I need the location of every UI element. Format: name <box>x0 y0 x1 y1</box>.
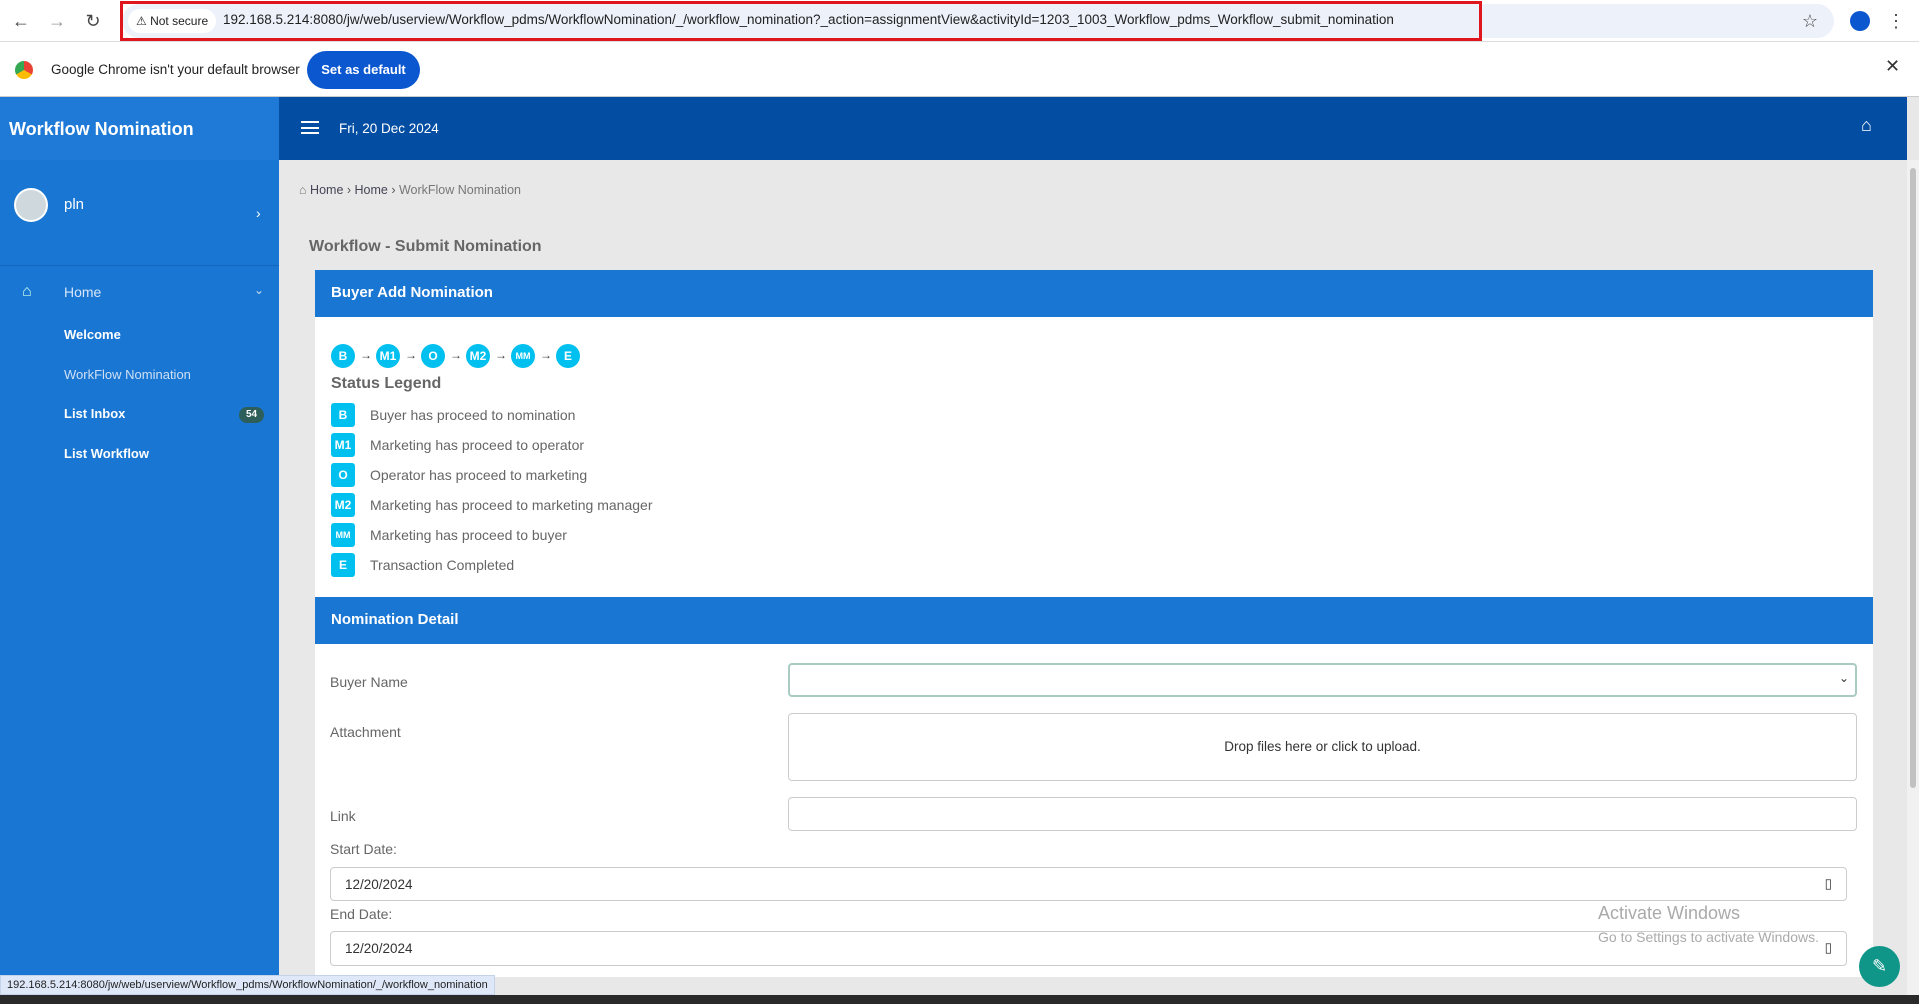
star-icon[interactable]: ☆ <box>1797 8 1823 34</box>
reload-icon[interactable]: ↻ <box>80 8 106 34</box>
chrome-logo-icon <box>15 61 33 79</box>
forward-icon[interactable]: → <box>44 8 70 34</box>
chevron-down-icon: ⌄ <box>1838 671 1849 685</box>
user-name[interactable]: pln <box>64 196 84 213</box>
page-title: Workflow - Submit Nomination <box>309 238 542 255</box>
card-header: Nomination Detail <box>315 597 1873 644</box>
sidebar-item-list-inbox[interactable]: List Inbox <box>64 406 125 421</box>
infobar-text: Google Chrome isn't your default browser <box>51 62 300 77</box>
end-date-label: End Date: <box>330 906 393 922</box>
sidebar-item-welcome[interactable]: Welcome <box>64 327 121 342</box>
browser-toolbar: ← → ↻ ⚠ Not secure 192.168.5.214:8080/jw… <box>0 0 1919 42</box>
step-e: E <box>556 344 580 368</box>
taskbar <box>0 995 1919 1004</box>
link-label: Link <box>330 808 356 824</box>
home-icon: ⌂ <box>22 283 32 300</box>
breadcrumb-home[interactable]: Home <box>310 183 343 197</box>
calendar-icon[interactable]: ▯ <box>1825 940 1832 956</box>
step-m1: M1 <box>376 344 400 368</box>
arrow-icon: → <box>540 348 552 362</box>
divider <box>0 265 279 266</box>
legend-text: Marketing has proceed to operator <box>370 437 585 453</box>
buyer-name-label: Buyer Name <box>330 674 408 690</box>
card-header: Buyer Add Nomination <box>315 270 1873 317</box>
end-date-value: 12/20/2024 <box>345 941 413 956</box>
step-mm: MM <box>511 344 535 368</box>
scrollbar[interactable] <box>1907 160 1919 995</box>
sidebar-item-workflow-nomination[interactable]: WorkFlow Nomination <box>64 367 191 382</box>
menu-dots-icon[interactable]: ⋮ <box>1883 8 1909 34</box>
close-icon[interactable]: ✕ <box>1885 56 1900 77</box>
step-b: B <box>331 344 355 368</box>
buyer-name-select[interactable]: ⌄ <box>788 663 1857 697</box>
link-input[interactable] <box>788 797 1857 831</box>
avatar <box>14 188 48 222</box>
status-legend-title: Status Legend <box>331 375 442 392</box>
app-title[interactable]: Workflow Nomination <box>0 97 279 160</box>
legend-code: B <box>331 403 355 427</box>
arrow-icon: → <box>405 348 417 362</box>
sidebar-item-list-workflow[interactable]: List Workflow <box>64 446 149 461</box>
legend-code: MM <box>331 523 355 547</box>
status-bar-url: 192.168.5.214:8080/jw/web/userview/Workf… <box>0 975 495 995</box>
current-date: Fri, 20 Dec 2024 <box>339 121 439 136</box>
sidebar: pln › ⌂ Home ⌄ Welcome WorkFlow Nominati… <box>0 97 279 1004</box>
start-date-input[interactable]: 12/20/2024 ▯ <box>330 867 1847 901</box>
chevron-right-icon[interactable]: › <box>256 205 261 221</box>
breadcrumb: ⌂ Home › Home › WorkFlow Nomination <box>299 183 521 197</box>
legend-text: Buyer has proceed to nomination <box>370 407 576 423</box>
home-icon[interactable]: ⌂ <box>1861 115 1872 136</box>
arrow-icon: → <box>495 348 507 362</box>
legend-code: M2 <box>331 493 355 517</box>
hamburger-icon[interactable] <box>301 121 319 134</box>
start-date-label: Start Date: <box>330 841 397 857</box>
attachment-dropzone[interactable]: Drop files here or click to upload. <box>788 713 1857 781</box>
back-icon[interactable]: ← <box>8 8 34 34</box>
activate-windows-title: Activate Windows <box>1598 903 1741 923</box>
edit-pencil-button[interactable]: ✎ <box>1859 946 1900 987</box>
inbox-count-badge: 54 <box>239 407 264 423</box>
profile-icon[interactable] <box>1850 11 1870 31</box>
arrow-icon: → <box>450 348 462 362</box>
step-m2: M2 <box>466 344 490 368</box>
default-browser-infobar: Google Chrome isn't your default browser… <box>0 42 1919 97</box>
breadcrumb-home-2[interactable]: Home <box>355 183 388 197</box>
attachment-label: Attachment <box>330 724 401 740</box>
legend-code: E <box>331 553 355 577</box>
set-as-default-button[interactable]: Set as default <box>307 51 420 89</box>
top-header: Fri, 20 Dec 2024 ⌂ <box>279 97 1907 160</box>
arrow-icon: → <box>360 348 372 362</box>
sidebar-item-home[interactable]: Home <box>64 284 101 300</box>
buyer-add-nomination-card: Buyer Add Nomination <box>315 270 1873 597</box>
home-icon: ⌂ <box>299 183 307 197</box>
legend-code: O <box>331 463 355 487</box>
activate-windows-sub: Go to Settings to activate Windows. <box>1598 929 1819 945</box>
calendar-icon[interactable]: ▯ <box>1825 876 1832 892</box>
legend-text: Transaction Completed <box>370 557 515 573</box>
highlight-box <box>120 1 1482 41</box>
start-date-value: 12/20/2024 <box>345 877 413 892</box>
legend-code: M1 <box>331 433 355 457</box>
chevron-down-icon[interactable]: ⌄ <box>254 283 264 297</box>
legend-text: Marketing has proceed to buyer <box>370 527 567 543</box>
legend-text: Operator has proceed to marketing <box>370 467 588 483</box>
breadcrumb-current: WorkFlow Nomination <box>398 183 521 197</box>
step-o: O <box>421 344 445 368</box>
legend-text: Marketing has proceed to marketing manag… <box>370 497 653 513</box>
